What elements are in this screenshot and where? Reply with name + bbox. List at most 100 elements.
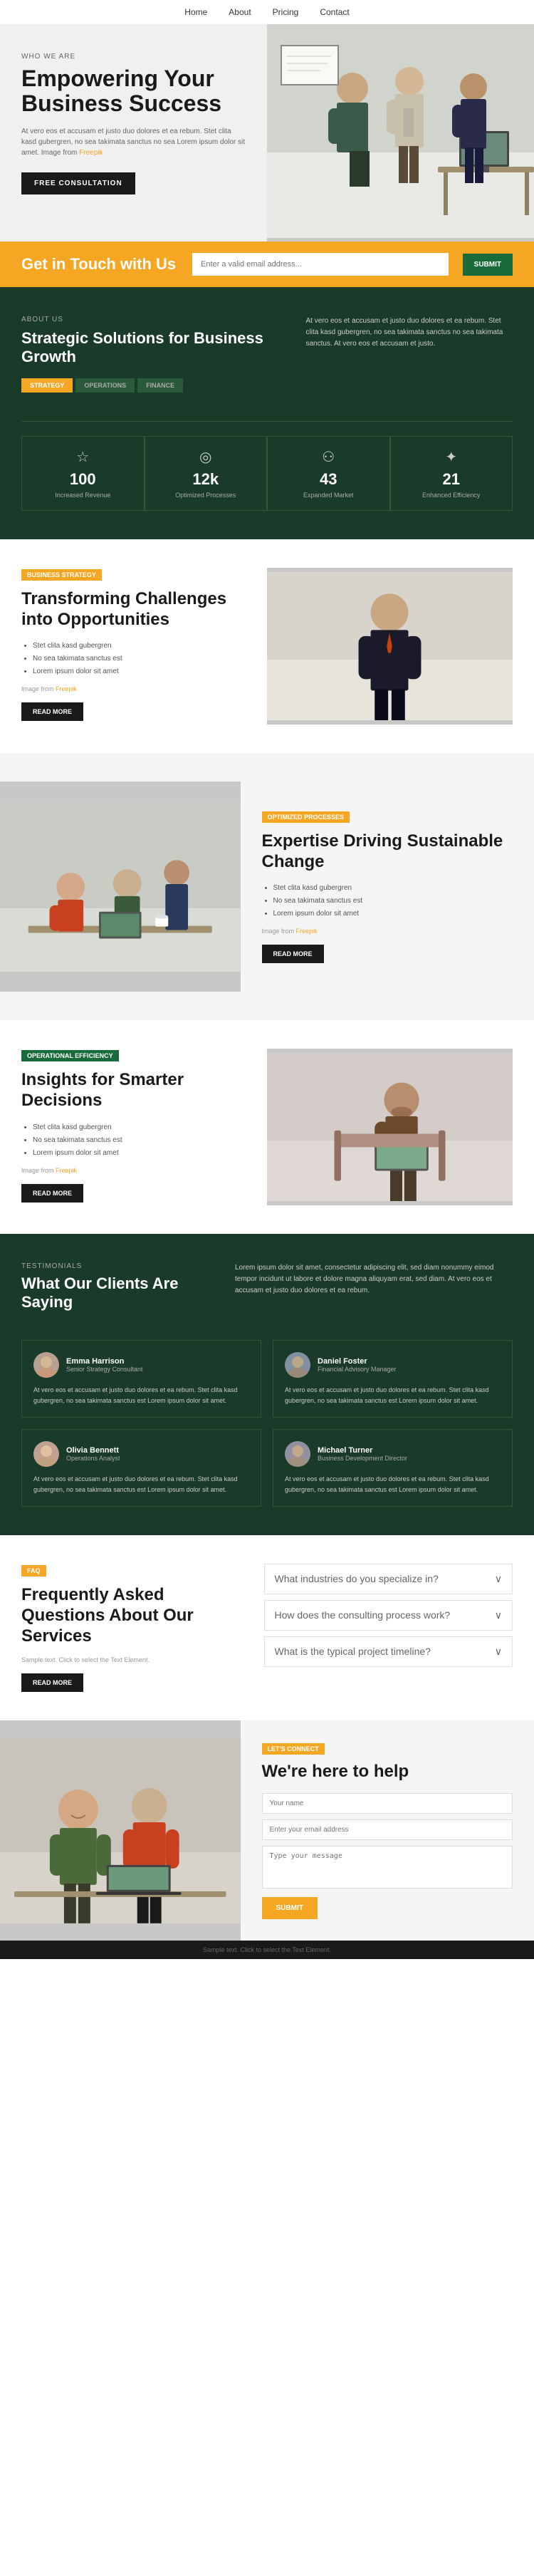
avatar-olivia (33, 1441, 59, 1467)
test-author-info-3: Olivia Bennett Operations Analyst (66, 1446, 120, 1462)
test-author-1: Emma Harrison Senior Strategy Consultant (33, 1352, 249, 1378)
hero-section: WHO WE ARE Empowering Your Business Succ… (0, 24, 534, 242)
faq-question-text-2: How does the consulting process work? (275, 1609, 451, 1621)
op-image-credit: Image from Freepik (262, 928, 513, 935)
bs-read-more[interactable]: READ MORE (21, 702, 83, 721)
op-illustration (0, 801, 241, 972)
test-author-info-1: Emma Harrison Senior Strategy Consultant (66, 1357, 143, 1373)
faq-read-more[interactable]: READ MORE (21, 1673, 83, 1692)
bs-content: BUSINESS STRATEGY Transforming Challenge… (21, 568, 246, 722)
stat-processes: ◎ 12k Optimized Processes (145, 436, 268, 511)
faq-left: FAQ Frequently Asked Questions About Our… (21, 1564, 243, 1692)
faq-question-1[interactable]: What industries do you specialize in? ∨ (265, 1564, 513, 1594)
faq-question-3[interactable]: What is the typical project timeline? ∨ (265, 1637, 513, 1666)
gear-icon: ✦ (397, 448, 507, 466)
about-section: ABOUT US Strategic Solutions for Busines… (0, 287, 534, 539)
bs-image-credit: Image from Freepik (21, 685, 246, 692)
oe-list: Stet clita kasd gubergren No sea takimat… (21, 1121, 246, 1160)
nav-contact[interactable]: Contact (320, 7, 349, 17)
stat-efficiency: ✦ 21 Enhanced Efficiency (390, 436, 513, 511)
stats-row: ☆ 100 Increased Revenue ◎ 12k Optimized … (21, 421, 513, 511)
stat-processes-number: 12k (151, 470, 261, 489)
faq-title: Frequently Asked Questions About Our Ser… (21, 1585, 243, 1646)
navigation: Home About Pricing Contact (0, 0, 534, 24)
hero-image (267, 24, 534, 242)
contact-submit-button[interactable]: SUBMIT (262, 1897, 318, 1919)
test-name-2: Daniel Foster (318, 1357, 397, 1366)
test-text-2: At vero eos et accusam et justo duo dolo… (285, 1385, 501, 1406)
nav-home[interactable]: Home (184, 7, 207, 17)
faq-right: What industries do you specialize in? ∨ … (264, 1564, 513, 1692)
op-read-more[interactable]: READ MORE (262, 945, 324, 963)
chevron-down-icon: ∨ (495, 1646, 502, 1658)
avatar-emma (33, 1352, 59, 1378)
avatar-michael (285, 1441, 310, 1467)
stat-revenue-number: 100 (28, 470, 138, 489)
bs-image (267, 568, 513, 724)
tab-operations[interactable]: OPERATIONS (75, 378, 135, 393)
bs-list-item: No sea takimata sanctus est (33, 653, 246, 665)
oe-content: OPERATIONAL EFFICIENCY Insights for Smar… (21, 1049, 246, 1203)
globe-icon: ◎ (151, 448, 261, 466)
oe-list-item: Lorem ipsum dolor sit amet (33, 1147, 246, 1160)
op-title: Expertise Driving Sustainable Change (262, 831, 513, 873)
faq-item-1[interactable]: What industries do you specialize in? ∨ (264, 1564, 513, 1594)
about-tag: ABOUT US (21, 316, 292, 323)
test-author-4: Michael Turner Business Development Dire… (285, 1441, 501, 1467)
bs-title: Transforming Challenges into Opportuniti… (21, 589, 246, 630)
test-name-1: Emma Harrison (66, 1357, 143, 1366)
faq-question-text-1: What industries do you specialize in? (275, 1573, 439, 1584)
stat-market: ⚇ 43 Expanded Market (267, 436, 390, 511)
stat-revenue: ☆ 100 Increased Revenue (21, 436, 145, 511)
oe-list-item: Stet clita kasd gubergren (33, 1121, 246, 1134)
test-role-3: Operations Analyst (66, 1455, 120, 1462)
about-title: Strategic Solutions for Business Growth (21, 329, 292, 367)
test-author-info-2: Daniel Foster Financial Advisory Manager (318, 1357, 397, 1373)
faq-question-2[interactable]: How does the consulting process work? ∨ (265, 1601, 513, 1630)
hero-content: WHO WE ARE Empowering Your Business Succ… (0, 24, 267, 242)
testimonial-card-2: Daniel Foster Financial Advisory Manager… (273, 1340, 513, 1418)
hero-illustration (267, 24, 534, 238)
op-image (0, 781, 241, 992)
testimonial-card-4: Michael Turner Business Development Dire… (273, 1429, 513, 1507)
stat-efficiency-label: Enhanced Efficiency (397, 492, 507, 499)
footer-text: Sample text. Click to select the Text El… (203, 1946, 331, 1953)
footer: Sample text. Click to select the Text El… (0, 1941, 534, 1959)
submit-email-button[interactable]: SUBMIT (463, 254, 513, 276)
tab-finance[interactable]: FINANCE (137, 378, 183, 393)
faq-tag: FAQ (21, 1565, 46, 1577)
email-banner: Get in Touch with Us SUBMIT (0, 242, 534, 287)
test-name-3: Olivia Bennett (66, 1446, 120, 1455)
bs-tag: BUSINESS STRATEGY (21, 569, 102, 581)
bs-list-item: Lorem ipsum dolor sit amet (33, 665, 246, 678)
freepik-link[interactable]: Freepik (79, 149, 103, 157)
faq-item-2[interactable]: How does the consulting process work? ∨ (264, 1600, 513, 1631)
hero-title: Empowering Your Business Success (21, 66, 246, 116)
test-author-3: Olivia Bennett Operations Analyst (33, 1441, 249, 1467)
avatar-daniel (285, 1352, 310, 1378)
test-author-info-4: Michael Turner Business Development Dire… (318, 1446, 407, 1462)
oe-tag: OPERATIONAL EFFICIENCY (21, 1050, 119, 1061)
email-input[interactable] (192, 253, 449, 276)
op-freepik-credit: Freepik (296, 928, 318, 935)
contact-name-input[interactable] (262, 1793, 513, 1814)
tab-strategy[interactable]: STRATEGY (21, 378, 73, 393)
consultation-button[interactable]: FREE CONSULTATION (21, 172, 135, 194)
faq-section: FAQ Frequently Asked Questions About Our… (0, 1535, 534, 1720)
nav-about[interactable]: About (229, 7, 251, 17)
oe-read-more[interactable]: READ MORE (21, 1184, 83, 1203)
contact-message-input[interactable] (262, 1846, 513, 1889)
op-tag: OPTIMIZED PROCESSES (262, 811, 350, 823)
contact-section: LET'S CONNECT We're here to help SUBMIT (0, 1720, 534, 1941)
test-text-4: At vero eos et accusam et justo duo dolo… (285, 1474, 501, 1495)
contact-form: SUBMIT (262, 1793, 513, 1919)
contact-email-input[interactable] (262, 1819, 513, 1840)
about-left: ABOUT US Strategic Solutions for Busines… (21, 316, 292, 404)
stat-processes-label: Optimized Processes (151, 492, 261, 499)
testimonials-tag: TESTIMONIALS (21, 1262, 218, 1270)
testimonial-card-1: Emma Harrison Senior Strategy Consultant… (21, 1340, 261, 1418)
op-content: OPTIMIZED PROCESSES Expertise Driving Su… (241, 781, 534, 992)
nav-pricing[interactable]: Pricing (273, 7, 299, 17)
faq-item-3[interactable]: What is the typical project timeline? ∨ (264, 1636, 513, 1667)
optimized-processes-section: OPTIMIZED PROCESSES Expertise Driving Su… (0, 753, 534, 1021)
